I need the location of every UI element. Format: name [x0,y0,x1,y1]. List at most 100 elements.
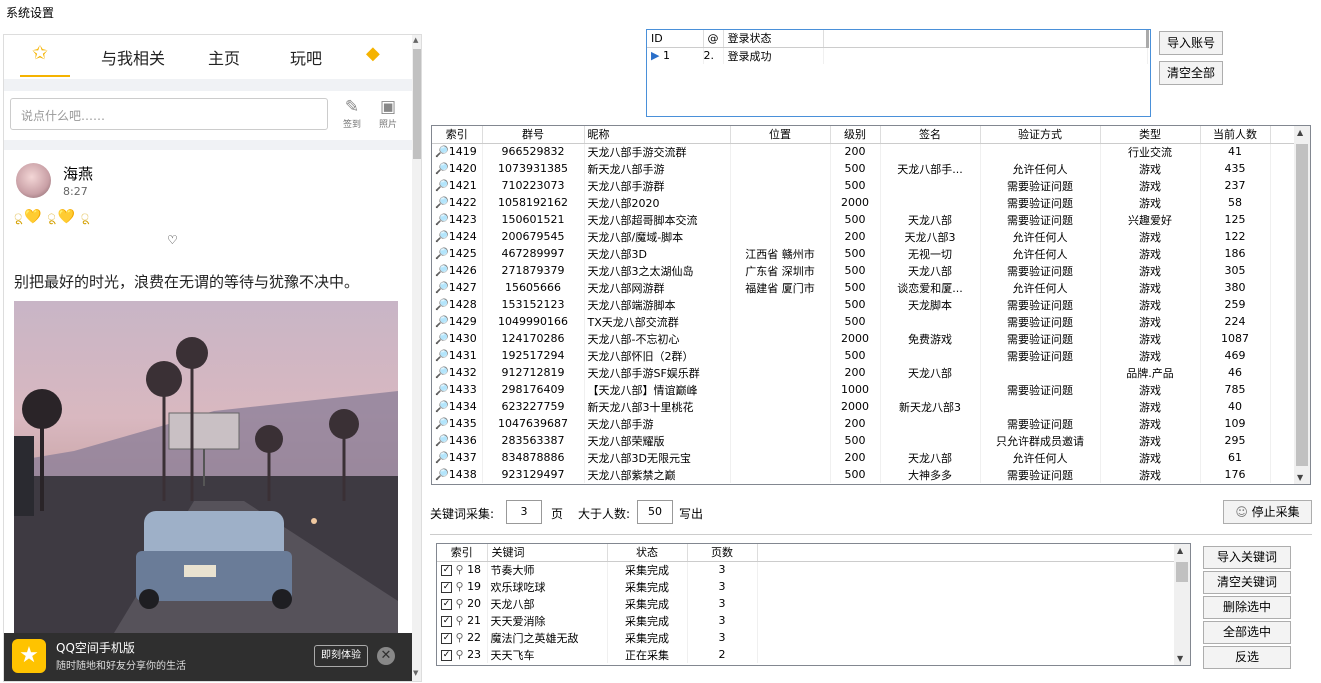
table-row[interactable]: 🔎1438 923129497 天龙八部紫禁之巅 500 大神多多 需要验证问题 游戏 176 [432,466,1295,483]
scroll-up-icon[interactable]: ▲ [413,36,418,44]
col-id[interactable]: ID [647,30,704,48]
scroll-up-icon[interactable]: ▲ [1177,546,1183,555]
group-grid[interactable]: 索引 群号 昵称 位置 级别 签名 验证方式 类型 当前人数 🔎1419 9665… [431,125,1311,485]
col-type[interactable]: 类型 [1100,126,1201,144]
list-item[interactable]: ✓ ⚲ 23 天天飞车 正在采集 2 [437,646,1175,663]
like-icon[interactable]: ♡ [167,233,178,247]
cell-location [730,347,831,364]
cell-filler [1270,330,1295,347]
col-signature[interactable]: 签名 [880,126,981,144]
col-qq[interactable]: @ [703,30,724,48]
table-row[interactable]: 🔎1435 1047639687 天龙八部手游 200 需要验证问题 游戏 109 [432,415,1295,432]
table-row[interactable]: 🔎1420 1073931385 新天龙八部手游 500 天龙八部手... 允许任何人 游戏… [432,160,1295,177]
scroll-down-icon[interactable]: ▼ [1177,654,1183,663]
row-checkbox[interactable]: ✓ [441,649,452,661]
list-item[interactable]: ✓ ⚲ 18 节奏大师 采集完成 3 [437,561,1175,578]
table-row[interactable]: 🔎1430 124170286 天龙八部-不忘初心 2000 免费游戏 需要验证问题 游戏 1… [432,330,1295,347]
table-row[interactable]: 🔎1422 1058192162 天龙八部2020 2000 需要验证问题 游戏 58 [432,194,1295,211]
cell-filler [1270,143,1295,160]
table-row[interactable]: 🔎1419 966529832 天龙八部手游交流群 200 行业交流 41 [432,143,1295,160]
scroll-down-icon[interactable]: ▼ [413,669,418,677]
min-members-input[interactable]: 50 [637,500,673,524]
table-row[interactable]: 🔎1436 283563387 天龙八部荣耀版 500 只允许群成员邀请 游戏 295 [432,432,1295,449]
col-nickname[interactable]: 昵称 [584,126,731,144]
diamond-icon[interactable]: ◆ [366,43,380,64]
table-row[interactable]: 🔎1433 298176409 【天龙八部】情谊巅峰 1000 需要验证问题 游戏 785 [432,381,1295,398]
cell-location [730,211,831,228]
stop-collect-button[interactable]: ☺ 停止采集 [1223,500,1312,524]
col-filler [823,30,1149,48]
col-members[interactable]: 当前人数 [1200,126,1271,144]
table-row[interactable]: 🔎1428 153152123 天龙八部端游脚本 500 天龙脚本 需要验证问题 游戏 259 [432,296,1295,313]
table-row[interactable]: 🔎1427 15605666 天龙八部网游群 福建省 厦门市 500 谈恋爱和厦... 允许… [432,279,1295,296]
table-row[interactable]: 🔎1426 271879379 天龙八部3之太湖仙岛 广东省 深圳市 500 天龙八部 需要… [432,262,1295,279]
list-item[interactable]: ✓ ⚲ 20 天龙八部 采集完成 3 [437,595,1175,612]
col-keyword[interactable]: 关键词 [487,544,608,562]
scrollbar-thumb[interactable] [413,49,421,159]
col-status[interactable]: 状态 [607,544,688,562]
say-input[interactable]: 说点什么吧…… [10,98,328,130]
tab-about-me[interactable]: 与我相关 [101,45,165,69]
col-index[interactable]: 索引 [432,126,483,144]
list-item[interactable]: ✓ ⚲ 22 魔法门之英雄无敌 采集完成 3 [437,629,1175,646]
table-row[interactable]: 🔎1431 192517294 天龙八部怀旧（2群） 500 需要验证问题 游戏 469 [432,347,1295,364]
table-row[interactable]: 🔎1432 912712819 天龙八部手游SF娱乐群 200 天龙八部 品牌.产品 46 [432,364,1295,381]
delete-selected-button[interactable]: 删除选中 [1203,596,1291,619]
row-index: 1423 [448,213,477,226]
invert-selection-button[interactable]: 反选 [1203,646,1291,669]
photo-button[interactable]: ▣ 照片 [375,97,401,130]
star-icon[interactable]: ✩ [32,42,48,64]
cell-verification [980,143,1101,160]
try-now-button[interactable]: 即刻体验 [314,645,368,667]
tab-home[interactable]: 主页 [208,45,240,69]
account-grid[interactable]: ID @ 登录状态 ▶ 1 2. 登录成功 [646,29,1151,117]
col-level[interactable]: 级别 [830,126,881,144]
table-row[interactable]: 🔎1429 1049990166 TX天龙八部交流群 500 需要验证问题 游戏 224 [432,313,1295,330]
cell-type: 游戏 [1100,381,1201,398]
import-keywords-button[interactable]: 导入关键词 [1203,546,1291,569]
table-row[interactable]: 🔎1424 200679545 天龙八部/魔域-脚本 200 天龙八部3 允许任何人 游戏 1… [432,228,1295,245]
keyword-grid[interactable]: 索引 关键词 状态 页数 ✓ ⚲ 18 节奏大师 采集完成 3 ✓ ⚲ 19 欢乐球吃球采… [436,543,1191,666]
cell-index: 🔎1433 [432,381,483,398]
col-pages[interactable]: 页数 [687,544,758,562]
row-checkbox[interactable]: ✓ [441,581,452,593]
col-status[interactable]: 登录状态 [723,30,824,48]
import-account-button[interactable]: 导入账号 [1159,31,1223,55]
table-row[interactable]: 🔎1434 623227759 新天龙八部3十里桃花 2000 新天龙八部3 游戏 40 [432,398,1295,415]
row-checkbox[interactable]: ✓ [441,615,452,627]
scrollbar-thumb[interactable] [1296,144,1308,466]
user-name[interactable]: 海燕 [63,163,93,184]
col-location[interactable]: 位置 [730,126,831,144]
row-checkbox[interactable]: ✓ [441,632,452,644]
scrollbar-thumb[interactable] [1176,562,1188,582]
row-id: 1 [662,49,670,63]
select-all-button[interactable]: 全部选中 [1203,621,1291,644]
row-checkbox[interactable]: ✓ [441,598,452,610]
pages-input[interactable]: 3 [506,500,542,524]
scroll-down-icon[interactable]: ▼ [1297,473,1303,482]
clear-all-button[interactable]: 清空全部 [1159,61,1223,85]
cell-signature [880,347,981,364]
table-row[interactable]: 🔎1425 467289997 天龙八部3D 江西省 赣州市 500 无视一切 允许任何人游… [432,245,1295,262]
table-row[interactable]: 🔎1423 150601521 天龙八部超哥脚本交流 500 天龙八部 需要验证问题 兴趣爱… [432,211,1295,228]
keyword-scrollbar[interactable]: ▲ ▼ [1174,544,1190,665]
col-group-number[interactable]: 群号 [482,126,585,144]
cell-group-number: 200679545 [482,228,585,245]
col-verification[interactable]: 验证方式 [980,126,1101,144]
table-row[interactable]: 🔎1421 710223073 天龙八部手游群 500 需要验证问题 游戏 237 [432,177,1295,194]
clear-keywords-button[interactable]: 清空关键词 [1203,571,1291,594]
grid-scrollbar[interactable]: ▲ ▼ [1294,126,1310,484]
table-row[interactable]: ▶ 1 2. 登录成功 [647,47,1148,64]
table-row[interactable]: 🔎1437 834878886 天龙八部3D无限元宝 200 天龙八部 允许任何人 游戏 61 [432,449,1295,466]
col-index[interactable]: 索引 [437,544,488,562]
tab-play[interactable]: 玩吧 [290,45,322,69]
sign-in-button[interactable]: ✎ 签到 [339,97,365,130]
scroll-up-icon[interactable]: ▲ [1297,128,1303,137]
write-out-label[interactable]: 写出 [679,505,703,522]
row-checkbox[interactable]: ✓ [441,564,452,576]
list-item[interactable]: ✓ ⚲ 19 欢乐球吃球 采集完成 3 [437,578,1175,595]
close-icon[interactable]: ✕ [377,647,395,665]
list-item[interactable]: ✓ ⚲ 21 天天爱消除 采集完成 3 [437,612,1175,629]
avatar[interactable] [16,163,51,198]
post-photo[interactable] [14,301,398,633]
